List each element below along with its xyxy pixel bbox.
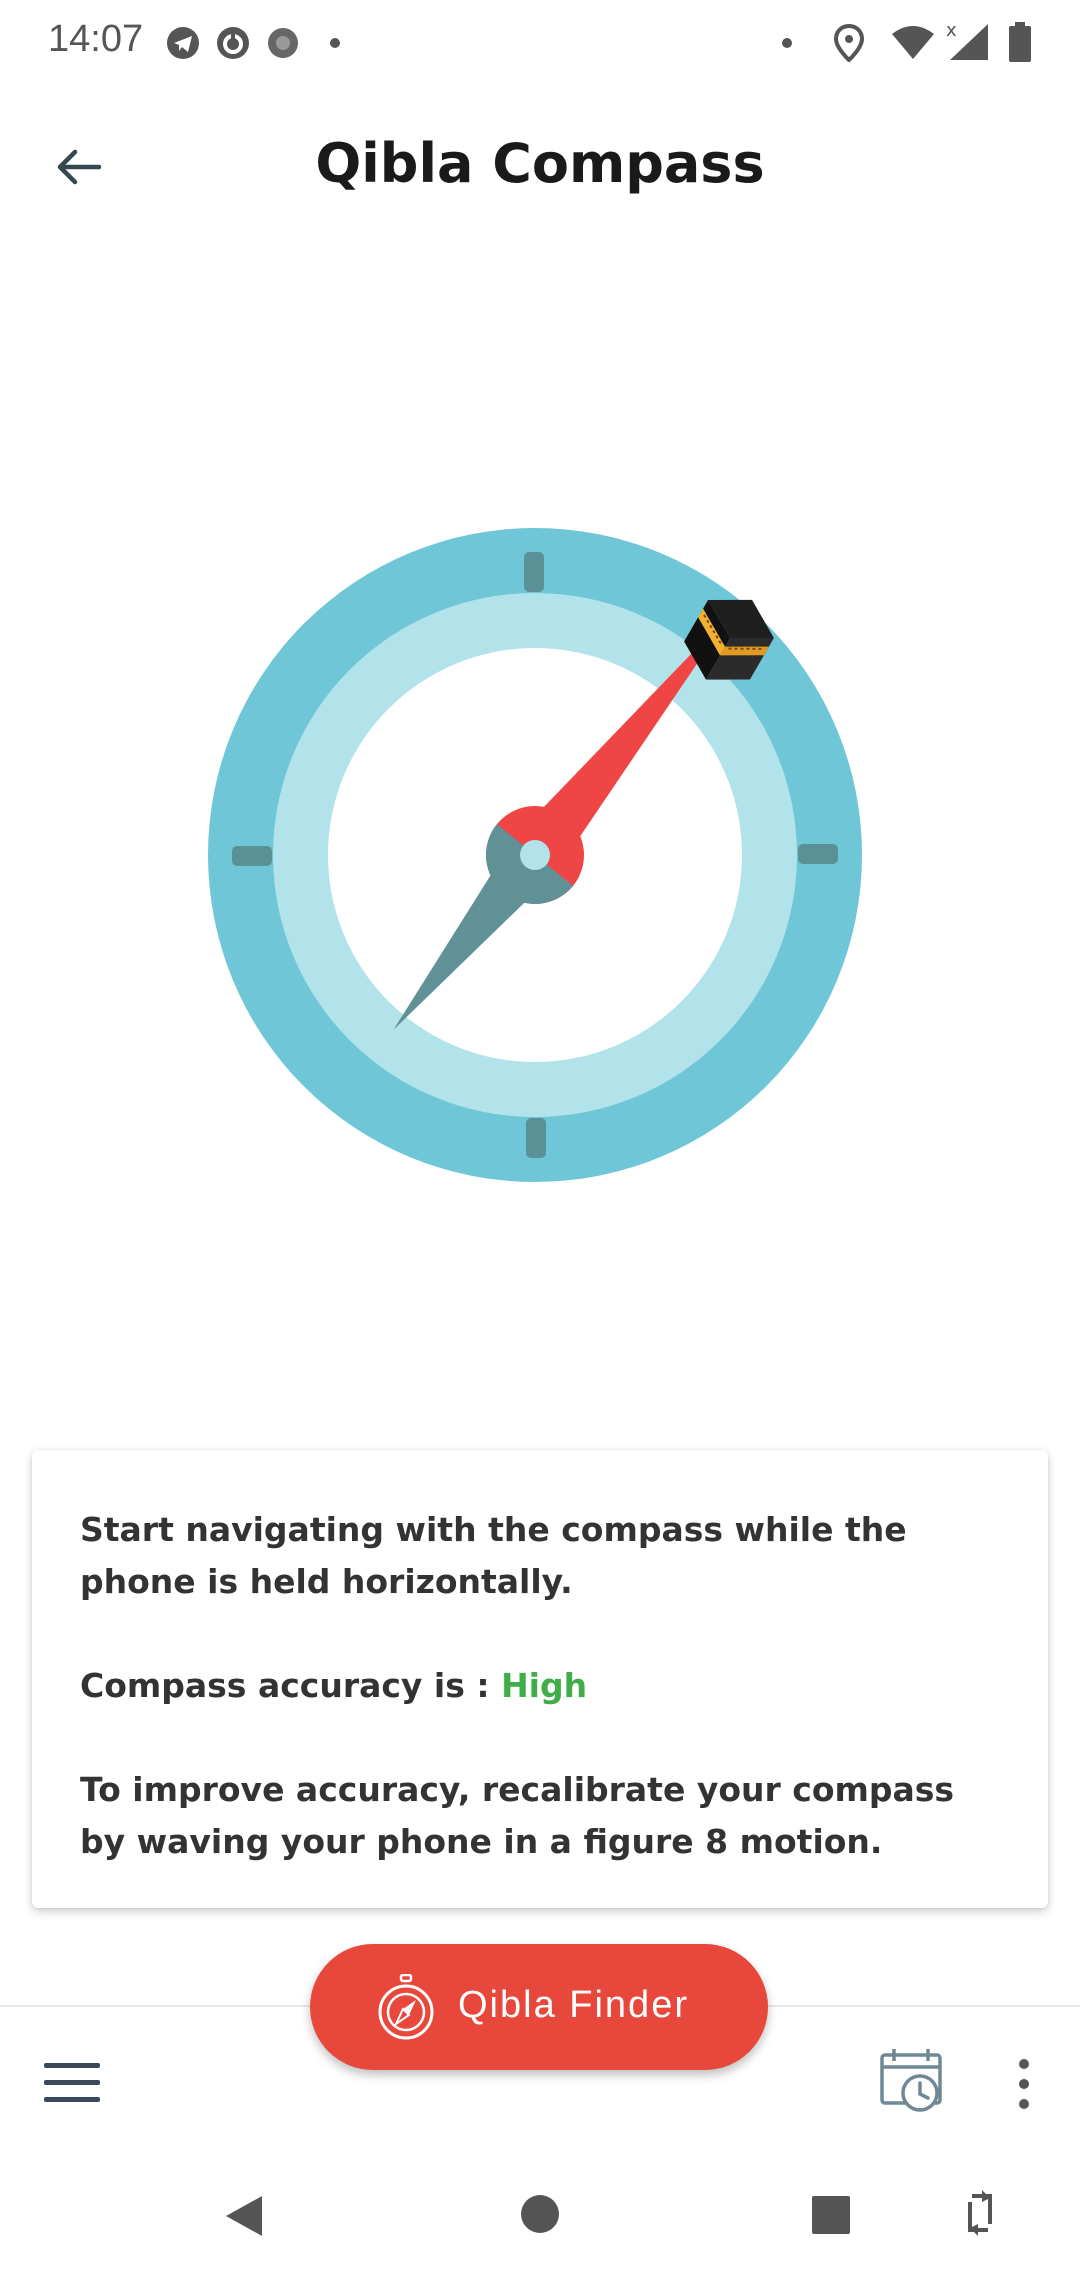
compass-dial <box>208 528 862 1182</box>
qibla-finder-button[interactable]: Qibla Finder <box>310 1944 768 2070</box>
system-nav-bar <box>0 2160 1080 2280</box>
accuracy-text: Compass accuracy is : High <box>80 1660 1000 1712</box>
calibration-text: To improve accuracy, recalibrate your co… <box>80 1770 955 1861</box>
page-title: Qibla Compass <box>315 132 765 195</box>
signal-icon: x <box>946 20 988 60</box>
instruction-text: Start navigating with the compass while … <box>80 1510 907 1601</box>
home-circle-icon[interactable] <box>518 2192 562 2236</box>
app-bar: Qibla Compass <box>0 110 1080 230</box>
calendar-clock-icon <box>880 2049 942 2112</box>
dot-icon <box>330 38 340 48</box>
status-bar: 14:07 x <box>0 0 1080 90</box>
qibla-finder-label: Qibla Finder <box>458 1984 689 2026</box>
dot-icon <box>782 38 792 48</box>
back-triangle-icon[interactable] <box>222 2192 266 2240</box>
menu-button[interactable] <box>44 2063 104 2107</box>
sync-icon <box>217 27 249 59</box>
info-card: Start navigating with the compass while … <box>32 1450 1048 1908</box>
battery-icon <box>1009 22 1031 62</box>
svg-text:x: x <box>946 20 957 41</box>
prayer-times-button[interactable] <box>878 2045 948 2115</box>
qibla-compass <box>200 520 870 1190</box>
recents-square-icon[interactable] <box>810 2194 852 2236</box>
location-icon <box>834 24 864 62</box>
status-time: 14:07 <box>48 18 144 60</box>
accuracy-label: Compass accuracy is : <box>80 1666 502 1705</box>
settings-icon <box>268 28 298 58</box>
more-options-button[interactable] <box>1010 2057 1038 2113</box>
wifi-icon <box>892 26 934 59</box>
telegram-icon <box>167 27 199 59</box>
compass-icon <box>378 1974 434 2040</box>
accuracy-value: High <box>501 1666 588 1705</box>
rotate-icon[interactable] <box>960 2188 1000 2238</box>
